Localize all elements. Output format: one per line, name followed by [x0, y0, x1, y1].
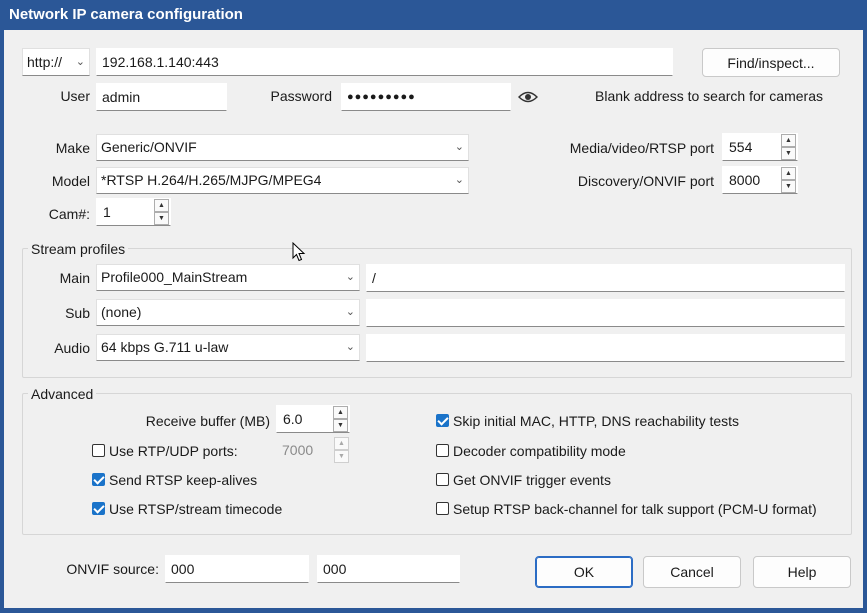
cam-number-label: Cam#:	[48, 206, 90, 222]
spin-down-icon[interactable]: ▼	[154, 212, 169, 225]
chevron-down-icon: ⌄	[345, 271, 355, 283]
receive-buffer-label: Receive buffer (MB)	[145, 413, 270, 429]
backchannel-checkbox[interactable]	[436, 502, 449, 515]
sub-stream-value: (none)	[101, 304, 142, 320]
timecode-label: Use RTSP/stream timecode	[109, 501, 283, 517]
rtp-udp-port-spinner[interactable]: 7000 ▲ ▼	[276, 437, 350, 465]
sub-stream-path-input[interactable]	[366, 299, 845, 327]
discovery-port-spinner[interactable]: 8000 ▲ ▼	[722, 166, 798, 194]
onvif-source-input-1[interactable]: 000	[165, 555, 309, 583]
password-input[interactable]: ●●●●●●●●●	[341, 83, 511, 111]
protocol-value: http://	[27, 54, 63, 70]
chevron-down-icon: ⌄	[454, 141, 464, 153]
spin-up-icon[interactable]: ▲	[781, 167, 796, 180]
spin-down-icon[interactable]: ▼	[781, 147, 796, 160]
media-port-label: Media/video/RTSP port	[569, 140, 714, 156]
sub-stream-select[interactable]: (none) ⌄	[96, 299, 360, 326]
main-stream-value: Profile000_MainStream	[101, 269, 248, 285]
skip-tests-checkbox[interactable]	[436, 414, 449, 427]
receive-buffer-spinner[interactable]: 6.0 ▲ ▼	[276, 405, 350, 433]
chevron-down-icon: ⌄	[454, 174, 464, 186]
decoder-compat-checkbox[interactable]	[436, 444, 449, 457]
make-value: Generic/ONVIF	[101, 139, 197, 155]
audio-stream-label: Audio	[54, 340, 90, 356]
window-title: Network IP camera configuration	[9, 6, 243, 23]
keepalive-checkbox[interactable]	[92, 473, 105, 486]
cam-number-value: 1	[103, 204, 111, 220]
main-stream-select[interactable]: Profile000_MainStream ⌄	[96, 264, 360, 291]
discovery-port-value: 8000	[729, 172, 761, 188]
make-select[interactable]: Generic/ONVIF ⌄	[96, 134, 469, 161]
audio-stream-select[interactable]: 64 kbps G.711 u-law ⌄	[96, 334, 360, 361]
model-select[interactable]: *RTSP H.264/H.265/MJPG/MPEG4 ⌄	[96, 167, 469, 194]
media-port-spinner[interactable]: 554 ▲ ▼	[722, 133, 798, 161]
chevron-down-icon: ⌄	[345, 341, 355, 353]
sub-stream-label: Sub	[65, 305, 90, 321]
audio-stream-path-input[interactable]	[366, 334, 845, 362]
onvif-source-input-2[interactable]: 000	[317, 555, 460, 583]
main-stream-path-input[interactable]: /	[366, 264, 845, 292]
spin-down-icon[interactable]: ▼	[333, 419, 348, 432]
spin-up-icon[interactable]: ▲	[334, 437, 349, 450]
audio-stream-value: 64 kbps G.711 u-law	[101, 339, 229, 355]
receive-buffer-value: 6.0	[283, 411, 303, 427]
decoder-compat-label: Decoder compatibility mode	[453, 443, 626, 459]
spin-up-icon[interactable]: ▲	[154, 199, 169, 212]
address-input[interactable]: 192.168.1.140:443	[96, 48, 673, 76]
eye-icon[interactable]	[518, 90, 538, 104]
advanced-title: Advanced	[28, 385, 97, 403]
search-hint-text: Blank address to search for cameras	[595, 88, 823, 104]
rtp-udp-checkbox[interactable]	[92, 444, 105, 457]
chevron-down-icon: ⌄	[345, 306, 355, 318]
help-button[interactable]: Help	[753, 556, 851, 588]
model-label: Model	[51, 173, 90, 189]
stream-profiles-title: Stream profiles	[28, 240, 129, 258]
model-value: *RTSP H.264/H.265/MJPG/MPEG4	[101, 172, 322, 188]
dialog-window: Network IP camera configuration http:// …	[0, 0, 867, 613]
onvif-events-checkbox[interactable]	[436, 473, 449, 486]
spin-down-icon[interactable]: ▼	[334, 450, 349, 463]
chevron-down-icon: ⌄	[75, 56, 85, 68]
spin-up-icon[interactable]: ▲	[333, 406, 348, 419]
skip-tests-label: Skip initial MAC, HTTP, DNS reachability…	[453, 413, 740, 429]
rtp-udp-label: Use RTP/UDP ports:	[109, 443, 238, 459]
spin-up-icon[interactable]: ▲	[781, 134, 796, 147]
media-port-value: 554	[729, 139, 753, 155]
onvif-events-label: Get ONVIF trigger events	[453, 472, 611, 488]
dialog-client-area: http:// ⌄ 192.168.1.140:443 Find/inspect…	[4, 30, 863, 608]
cam-number-spinner[interactable]: 1 ▲ ▼	[96, 198, 171, 226]
spin-down-icon[interactable]: ▼	[781, 180, 796, 193]
rtp-udp-port-value: 7000	[282, 442, 314, 458]
ok-button[interactable]: OK	[535, 556, 633, 588]
user-label: User	[60, 88, 90, 104]
cancel-button[interactable]: Cancel	[643, 556, 741, 588]
protocol-select[interactable]: http:// ⌄	[22, 48, 90, 76]
main-stream-label: Main	[59, 270, 90, 286]
keepalive-label: Send RTSP keep-alives	[109, 472, 258, 488]
timecode-checkbox[interactable]	[92, 502, 105, 515]
user-input[interactable]: admin	[96, 83, 227, 111]
find-inspect-button[interactable]: Find/inspect...	[702, 48, 840, 77]
mouse-pointer-icon	[292, 241, 306, 265]
password-label: Password	[270, 88, 332, 104]
onvif-source-label: ONVIF source:	[66, 561, 159, 577]
make-label: Make	[55, 140, 90, 156]
backchannel-label: Setup RTSP back-channel for talk support…	[453, 501, 817, 517]
discovery-port-label: Discovery/ONVIF port	[577, 173, 714, 189]
